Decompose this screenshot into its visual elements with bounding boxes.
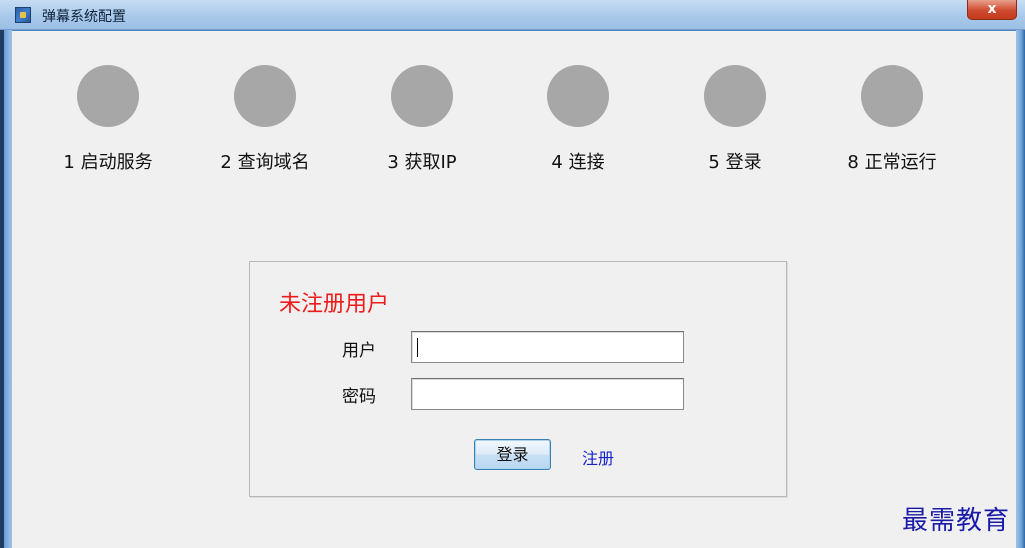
step-label: 5 登录 [708,152,762,173]
status-dot-icon [861,65,923,127]
app-icon [15,7,31,23]
step-label: 1 启动服务 [63,152,153,173]
step-get-ip: 3 获取IP [361,65,481,175]
status-dot-icon [547,65,609,127]
step-connect: 4 连接 [517,65,637,175]
username-input[interactable] [411,331,684,363]
step-label: 8 正常运行 [847,152,937,173]
watermark-text: 最需教育 [902,506,1011,536]
status-dot-icon [391,65,453,127]
status-dot-icon [704,65,766,127]
step-label: 2 查询域名 [220,152,310,173]
step-login: 5 登录 [674,65,794,175]
app-window: 弹幕系统配置 x 1 启动服务 2 查询域名 3 获取IP 4 连接 5 登录 [0,0,1025,548]
password-input[interactable] [411,378,684,410]
status-dot-icon [234,65,296,127]
step-query-domain: 2 查询域名 [204,65,324,175]
password-label: 密码 [342,387,376,407]
status-dot-icon [77,65,139,127]
step-running: 8 正常运行 [831,65,951,175]
step-start-service: 1 启动服务 [47,65,167,175]
window-frame-left [0,30,12,548]
close-icon: x [987,1,997,17]
text-caret [417,338,418,357]
register-link[interactable]: 注册 [582,445,614,469]
close-button[interactable]: x [967,0,1017,20]
step-label: 4 连接 [551,152,605,173]
window-frame-right [1016,30,1025,548]
panel-title: 未注册用户 [279,292,390,317]
login-panel: 未注册用户 用户 密码 登录 注册 [249,261,787,497]
username-label: 用户 [342,341,376,361]
login-button[interactable]: 登录 [474,439,551,470]
step-label: 3 获取IP [387,152,457,173]
client-area: 1 启动服务 2 查询域名 3 获取IP 4 连接 5 登录 8 正常运行 未注… [12,31,1016,548]
title-bar[interactable]: 弹幕系统配置 x [0,0,1025,30]
window-title: 弹幕系统配置 [42,9,126,25]
